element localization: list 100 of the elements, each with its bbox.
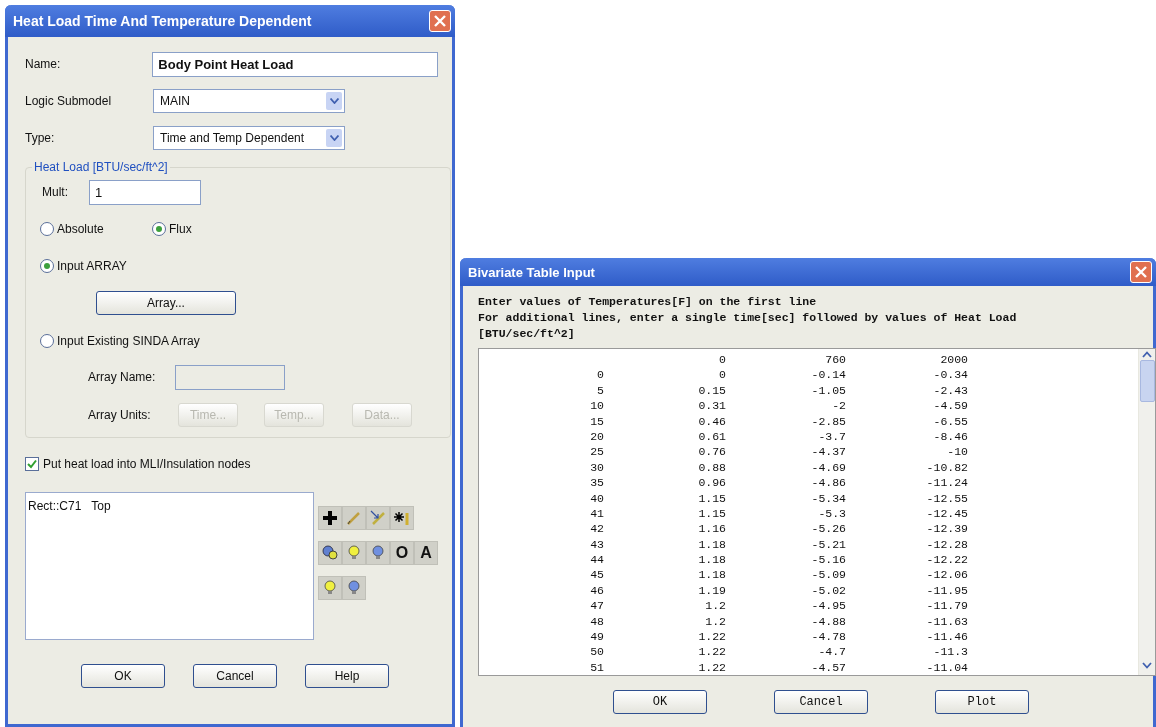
tool-button[interactable]: O (390, 541, 414, 565)
table-cell-text: -2.43 (932, 383, 968, 399)
array-button[interactable]: Array... (96, 291, 236, 315)
table-text-area[interactable] (478, 348, 1156, 676)
scroll-thumb[interactable] (1139, 360, 1155, 402)
table-cell-text: -4.78 (810, 630, 846, 646)
table-cell-text: 1.22 (697, 660, 726, 676)
bulb-icon (345, 544, 363, 562)
table-cell-text: 48 (589, 614, 604, 630)
scroll-up-icon (1142, 351, 1152, 358)
radio-button[interactable] (152, 222, 166, 236)
table-cell-text: 0.31 (697, 399, 726, 415)
table-cell-text: -12.28 (925, 537, 968, 553)
table-cell-text: -4.59 (932, 399, 968, 415)
dropdown[interactable]: Time and Temp Dependent (153, 126, 345, 150)
close-icon (434, 15, 446, 27)
plus-icon (321, 509, 339, 527)
table-cell-text: 1.2 (704, 599, 726, 615)
table-cell-text: 0 (596, 368, 604, 384)
table-cell-text: 10 (589, 399, 604, 415)
bulb-icon (321, 579, 339, 597)
table-cell-text: 1.19 (697, 583, 726, 599)
table-cell-text: 30 (589, 460, 604, 476)
list-item[interactable]: Rect::C71 (28, 499, 82, 513)
window-title: Bivariate Table Input (468, 264, 595, 280)
scrollbar[interactable] (1138, 349, 1155, 675)
table-cell-text: 0 (718, 353, 726, 368)
table-cell-text: -12.06 (925, 568, 968, 584)
table-cell-text: -11.46 (925, 630, 968, 646)
surface-list[interactable]: Rect::C71 Top (25, 492, 314, 640)
checkbox-label: Put heat load into MLI/Insulation nodes (43, 457, 251, 471)
tool-button[interactable] (318, 506, 342, 530)
table-cell-text: -1.05 (810, 383, 846, 399)
star-pencil-icon (393, 509, 411, 527)
caret-icon (329, 98, 339, 104)
close-button[interactable] (429, 10, 451, 32)
table-cell-text: -5.34 (810, 491, 846, 507)
name-field[interactable]: Body Point Heat Load (152, 51, 438, 77)
table-cell-text: -5.21 (810, 537, 846, 553)
dialog-button[interactable]: Cancel (193, 664, 277, 688)
table-cell-text: -4.7 (817, 645, 846, 661)
table-cell-text: 0.96 (697, 476, 726, 492)
table-cell-text: -4.37 (810, 445, 846, 461)
table-cell-text: -12.45 (925, 506, 968, 522)
table-cell-text: 45 (589, 568, 604, 584)
check-icon (27, 459, 37, 469)
table-cell-text: -12.55 (925, 491, 968, 507)
dialog-button[interactable]: OK (613, 690, 707, 714)
dropdown[interactable]: MAIN (153, 89, 345, 113)
table-cell-text: 0.15 (697, 383, 726, 399)
list-item[interactable]: Top (91, 499, 111, 513)
table-cell-text: -4.86 (810, 476, 846, 492)
table-cell-text: 1.15 (697, 491, 726, 507)
table-cell-text: 20 (589, 429, 604, 445)
table-cell-text: -11.95 (925, 583, 968, 599)
dialog-button[interactable]: Help (305, 664, 389, 688)
table-cell-text: -11.63 (925, 614, 968, 630)
checkbox[interactable] (25, 457, 39, 471)
table-cell-text: -4.69 (810, 460, 846, 476)
field-label: Mult: (42, 185, 69, 199)
tool-button[interactable] (318, 541, 342, 565)
dialog-button[interactable]: Cancel (774, 690, 868, 714)
tool-button[interactable]: A (414, 541, 438, 565)
close-icon (1135, 266, 1147, 278)
instruction-text: Enter values of Temperatures[F] on the first line (478, 294, 818, 310)
table-cell-text: 0.88 (697, 460, 726, 476)
table-cell-text: 1.18 (697, 537, 726, 553)
table-cell-text: 0.76 (697, 445, 726, 461)
caret-icon (329, 135, 339, 141)
table-cell-text: 0.61 (697, 429, 726, 445)
radio-button[interactable] (40, 259, 54, 273)
table-cell-text: 2000 (939, 353, 968, 368)
table-cell-text: -4.57 (810, 660, 846, 676)
table-cell-text: 0.46 (697, 414, 726, 430)
table-cell-text: -5.26 (810, 522, 846, 538)
radio-button[interactable] (40, 334, 54, 348)
radio-label: Input ARRAY (57, 259, 127, 273)
table-cell-text: -6.55 (932, 414, 968, 430)
close-button[interactable] (1130, 261, 1152, 283)
field-label: Type: (25, 131, 56, 145)
group-title: Heat Load [BTU/sec/ft^2] (33, 160, 169, 174)
table-cell-text: -11.24 (925, 476, 968, 492)
table-cell-text: 51 (589, 660, 604, 676)
radio-button[interactable] (40, 222, 54, 236)
window-title: Heat Load Time And Temperature Dependent (13, 13, 312, 29)
scroll-down-icon (1142, 662, 1152, 669)
table-cell-text: -10.82 (925, 460, 968, 476)
dialog-button[interactable]: OK (81, 664, 165, 688)
table-cell-text: -4.88 (810, 614, 846, 630)
table-cell-text: -12.39 (925, 522, 968, 538)
mult-field[interactable]: 1 (89, 179, 201, 205)
table-cell-text: 1.22 (697, 630, 726, 646)
field-label: Logic Submodel (25, 94, 113, 108)
dialog-button[interactable]: Plot (935, 690, 1029, 714)
tool-button[interactable] (390, 506, 414, 530)
table-cell-text: -5.3 (817, 506, 846, 522)
table-cell-text: 0 (718, 368, 726, 384)
table-cell-text: 44 (589, 553, 604, 569)
table-cell-text: 1.18 (697, 553, 726, 569)
table-cell-text: -11.79 (925, 599, 968, 615)
